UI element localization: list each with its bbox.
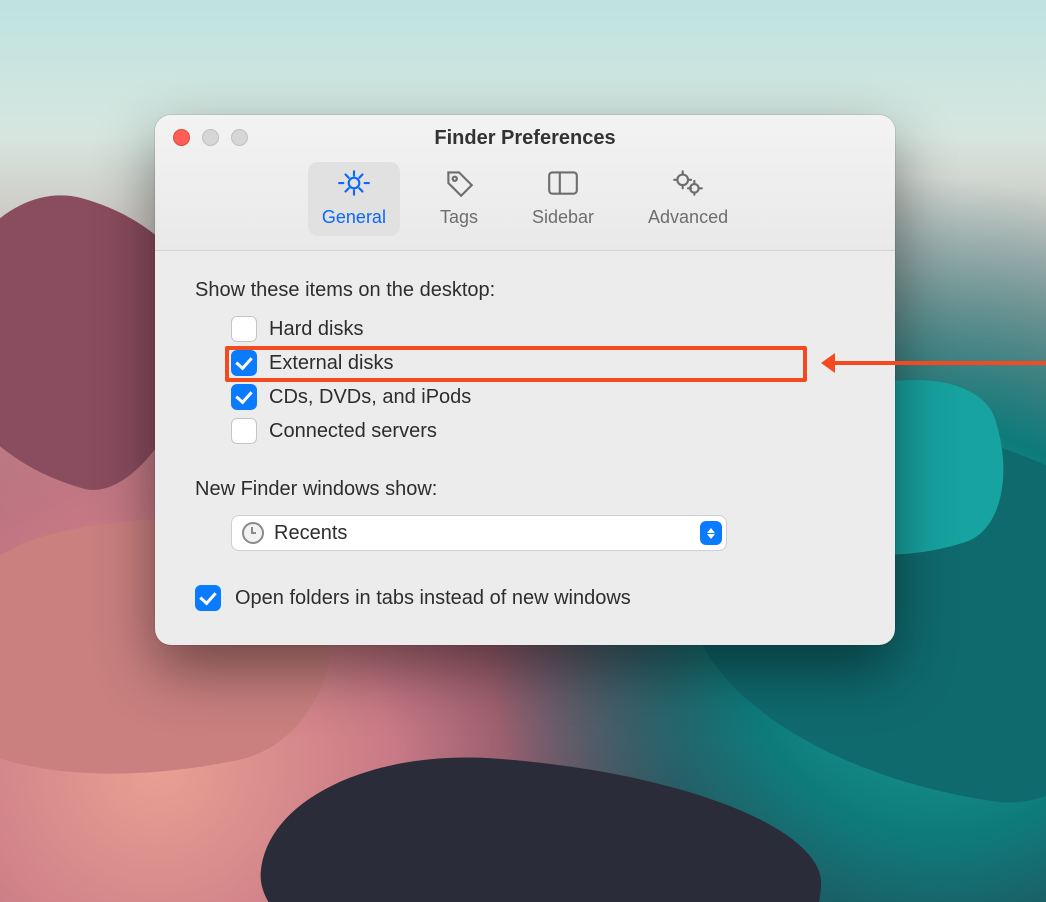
window-controls [173, 129, 248, 146]
tab-tags[interactable]: Tags [426, 162, 492, 236]
checkbox-row-open-in-tabs[interactable]: Open folders in tabs instead of new wind… [195, 585, 855, 611]
toolbar-tabs: General Tags Sidebar [155, 158, 895, 250]
checkbox-open-in-tabs[interactable] [195, 585, 221, 611]
desktop-items-list: Hard disks External disks CDs, DVDs, and… [231, 316, 855, 444]
sidebar-icon [546, 168, 580, 203]
tab-label: General [322, 207, 386, 228]
chevron-down-icon [707, 534, 715, 539]
select-stepper[interactable] [700, 521, 722, 545]
checkbox-label: CDs, DVDs, and iPods [269, 386, 471, 409]
gear-icon [337, 168, 371, 203]
gears-icon [671, 168, 705, 203]
checkbox-hard-disks[interactable] [231, 316, 257, 342]
checkbox-label: Open folders in tabs instead of new wind… [235, 587, 631, 610]
checkbox-label: External disks [269, 352, 394, 375]
tab-label: Tags [440, 207, 478, 228]
close-button[interactable] [173, 129, 190, 146]
tab-general[interactable]: General [308, 162, 400, 236]
new-windows-heading: New Finder windows show: [195, 478, 855, 501]
checkbox-connected-servers[interactable] [231, 418, 257, 444]
checkbox-external-disks[interactable] [231, 350, 257, 376]
checkbox-row-connected-servers[interactable]: Connected servers [231, 418, 855, 444]
chevron-up-icon [707, 528, 715, 533]
tab-sidebar[interactable]: Sidebar [518, 162, 608, 236]
zoom-button[interactable] [231, 129, 248, 146]
minimize-button[interactable] [202, 129, 219, 146]
recents-icon [242, 522, 264, 544]
annotation-arrow [825, 361, 1046, 365]
checkbox-row-external-disks[interactable]: External disks [231, 350, 855, 376]
window-title: Finder Preferences [155, 115, 895, 158]
finder-preferences-window: Finder Preferences General Tags [155, 115, 895, 645]
checkbox-row-hard-disks[interactable]: Hard disks [231, 316, 855, 342]
tab-advanced[interactable]: Advanced [634, 162, 742, 236]
checkbox-label: Connected servers [269, 420, 437, 443]
preferences-body: Show these items on the desktop: Hard di… [155, 251, 895, 645]
checkbox-row-cds-dvds-ipods[interactable]: CDs, DVDs, and iPods [231, 384, 855, 410]
select-value: Recents [274, 522, 347, 545]
checkbox-label: Hard disks [269, 318, 363, 341]
titlebar: Finder Preferences General Tags [155, 115, 895, 251]
checkbox-cds-dvds-ipods[interactable] [231, 384, 257, 410]
desktop-items-heading: Show these items on the desktop: [195, 279, 855, 302]
new-windows-select[interactable]: Recents [231, 515, 727, 551]
desktop-background: Finder Preferences General Tags [0, 0, 1046, 902]
tag-icon [442, 168, 476, 203]
tab-label: Advanced [648, 207, 728, 228]
tab-label: Sidebar [532, 207, 594, 228]
